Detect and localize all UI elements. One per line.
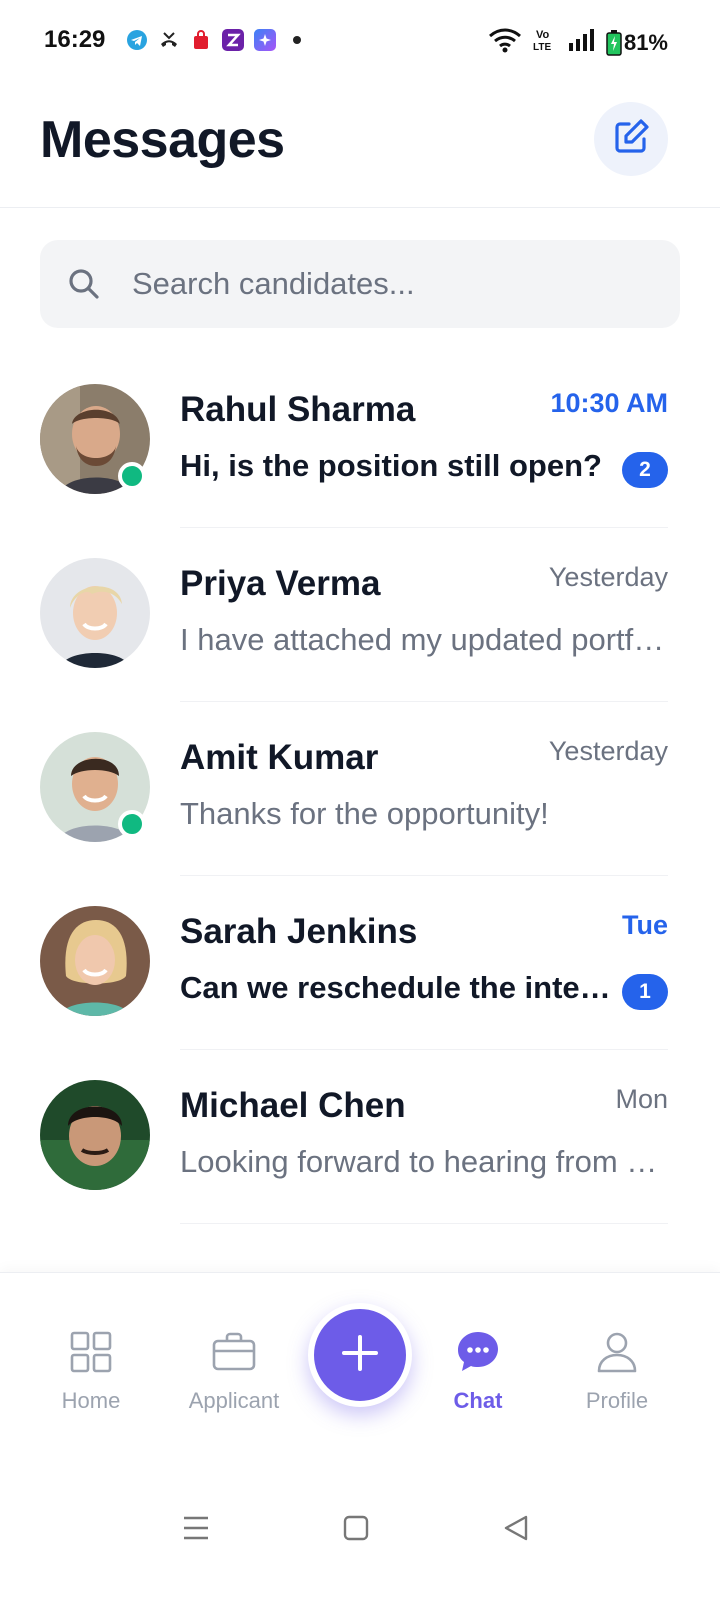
app-icon <box>254 29 276 51</box>
message-time: Yesterday <box>548 736 668 766</box>
back-button[interactable] <box>496 1510 536 1550</box>
grid-icon <box>68 1329 114 1380</box>
message-preview: I have attached my updated portfolio. <box>180 622 670 657</box>
unread-badge: 2 <box>622 452 668 488</box>
add-button[interactable] <box>308 1303 412 1407</box>
conversation-item[interactable]: Rahul Sharma 10:30 AM Hi, is the positio… <box>0 352 720 528</box>
search-bar[interactable] <box>40 240 680 328</box>
user-icon <box>594 1329 640 1380</box>
compose-button[interactable] <box>594 102 668 176</box>
volte-icon: Vo LTE <box>532 27 558 58</box>
dot-icon <box>286 29 308 51</box>
zepto-icon <box>222 29 244 51</box>
shopping-bag-icon <box>190 29 212 51</box>
plus-icon <box>338 1331 382 1380</box>
battery-icon: 81% <box>606 29 668 56</box>
online-status-dot <box>118 462 146 490</box>
nav-label: Profile <box>585 1388 649 1413</box>
online-status-dot <box>118 810 146 838</box>
wifi-icon <box>488 27 522 58</box>
contact-name: Priya Verma <box>180 564 381 603</box>
message-preview: Thanks for the opportunity! <box>180 796 549 831</box>
system-navigation-bar <box>0 1452 720 1600</box>
recents-button[interactable] <box>176 1510 216 1550</box>
divider <box>180 1223 668 1224</box>
back-triangle-icon <box>503 1515 529 1546</box>
nav-applicant[interactable]: Applicant <box>174 1329 294 1414</box>
avatar <box>40 906 150 1016</box>
conversation-item[interactable]: Sarah Jenkins Tue Can we reschedule the … <box>0 874 720 1050</box>
message-time: Mon <box>615 1084 668 1114</box>
status-time: 16:29 <box>44 26 106 53</box>
conversation-item[interactable]: Priya Verma Yesterday I have attached my… <box>0 526 720 702</box>
nav-label: Chat <box>453 1388 503 1413</box>
bottom-navigation: Home Applicant Chat Profile <box>0 1272 720 1452</box>
avatar <box>40 558 150 668</box>
nav-chat[interactable]: Chat <box>418 1329 538 1414</box>
message-preview: Hi, is the position still open? <box>180 448 602 483</box>
square-icon <box>343 1515 369 1546</box>
search-icon <box>66 266 102 307</box>
contact-name: Amit Kumar <box>180 738 379 777</box>
nav-label: Home <box>61 1388 121 1413</box>
contact-name: Sarah Jenkins <box>180 912 418 951</box>
conversation-item[interactable]: Amit Kumar Yesterday Thanks for the oppo… <box>0 700 720 876</box>
missed-call-icon <box>158 29 180 51</box>
search-input[interactable] <box>132 240 652 328</box>
app-header: Messages <box>0 82 720 208</box>
chat-bubble-icon <box>455 1329 501 1380</box>
menu-icon <box>182 1515 210 1546</box>
message-time: 10:30 AM <box>550 388 668 418</box>
signal-icon <box>568 28 596 57</box>
svg-text:Vo: Vo <box>536 29 550 41</box>
system-status: Vo LTE 81% <box>488 27 668 58</box>
battery-percent: 81% <box>623 29 668 55</box>
avatar <box>40 1080 150 1190</box>
notification-icons <box>126 29 308 51</box>
svg-text:LTE: LTE <box>533 42 551 53</box>
unread-badge: 1 <box>622 974 668 1010</box>
contact-name: Rahul Sharma <box>180 390 416 429</box>
nav-home[interactable]: Home <box>31 1329 151 1414</box>
message-time: Tue <box>622 910 668 940</box>
compose-icon <box>611 117 651 162</box>
nav-profile[interactable]: Profile <box>557 1329 677 1414</box>
contact-name: Michael Chen <box>180 1086 406 1125</box>
page-title: Messages <box>40 111 285 169</box>
telegram-icon <box>126 29 148 51</box>
briefcase-icon <box>211 1329 257 1380</box>
message-preview: Looking forward to hearing from you. <box>180 1144 670 1179</box>
message-preview: Can we reschedule the interview? <box>180 970 620 1005</box>
message-time: Yesterday <box>548 562 668 592</box>
conversation-item[interactable]: Michael Chen Mon Looking forward to hear… <box>0 1048 720 1224</box>
home-system-button[interactable] <box>336 1510 376 1550</box>
status-bar: 16:29 Vo LTE 81% <box>0 0 720 82</box>
nav-label: Applicant <box>188 1388 280 1413</box>
